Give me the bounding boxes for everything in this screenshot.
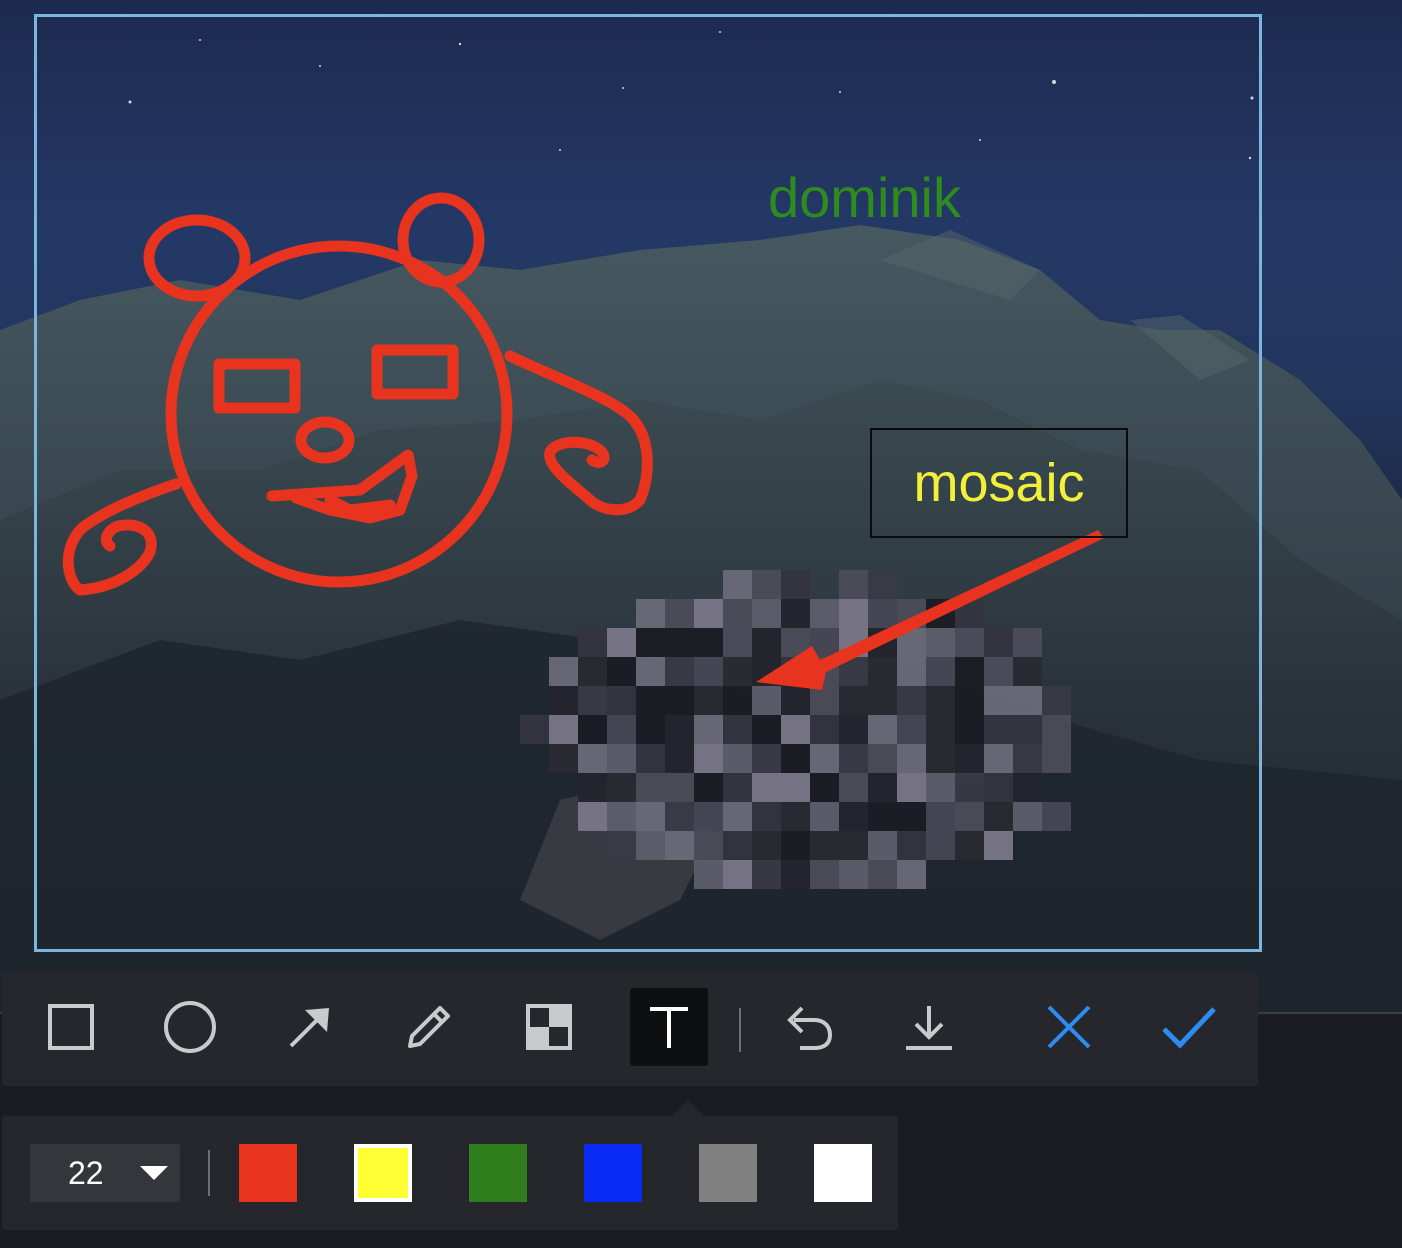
- download-icon: [906, 1006, 952, 1050]
- font-size-dropdown[interactable]: 22: [30, 1144, 180, 1202]
- color-swatch-green[interactable]: [469, 1144, 527, 1202]
- undo-icon: [787, 1006, 833, 1050]
- color-swatch-white[interactable]: [814, 1144, 872, 1202]
- arrow-tool-button[interactable]: [271, 988, 349, 1066]
- save-button[interactable]: [890, 988, 968, 1066]
- yellow-text-annotation[interactable]: mosaic: [913, 456, 1084, 510]
- pencil-icon: [408, 1006, 450, 1048]
- screenshot-toolbar: [2, 972, 1258, 1086]
- triangle-down-icon: [140, 1166, 168, 1180]
- color-swatch-gray[interactable]: [699, 1144, 757, 1202]
- text-tool-button[interactable]: [630, 988, 708, 1066]
- toolbar-divider: [739, 1008, 741, 1052]
- color-swatch-red[interactable]: [239, 1144, 297, 1202]
- rectangle-icon: [48, 1004, 94, 1050]
- ellipse-tool-button[interactable]: [151, 988, 229, 1066]
- close-icon: [1047, 1005, 1091, 1049]
- options-divider: [208, 1150, 210, 1196]
- text-options-panel: 22: [2, 1116, 898, 1230]
- cancel-button[interactable]: [1030, 988, 1108, 1066]
- check-icon: [1162, 1007, 1216, 1049]
- circle-icon: [164, 1001, 216, 1053]
- green-text-annotation[interactable]: dominik: [768, 170, 961, 226]
- text-icon: [650, 1007, 688, 1048]
- text-input-box[interactable]: mosaic: [870, 428, 1128, 538]
- rectangle-tool-button[interactable]: [32, 988, 110, 1066]
- color-swatch-yellow[interactable]: [354, 1144, 412, 1202]
- arrow-icon: [289, 1008, 329, 1048]
- font-size-value: 22: [68, 1155, 104, 1191]
- mosaic-icon: [526, 1004, 572, 1050]
- undo-button[interactable]: [770, 988, 848, 1066]
- color-swatch-blue[interactable]: [584, 1144, 642, 1202]
- options-panel-pointer: [672, 1100, 704, 1116]
- brush-tool-button[interactable]: [390, 988, 468, 1066]
- mosaic-tool-button[interactable]: [510, 988, 588, 1066]
- confirm-button[interactable]: [1150, 988, 1228, 1066]
